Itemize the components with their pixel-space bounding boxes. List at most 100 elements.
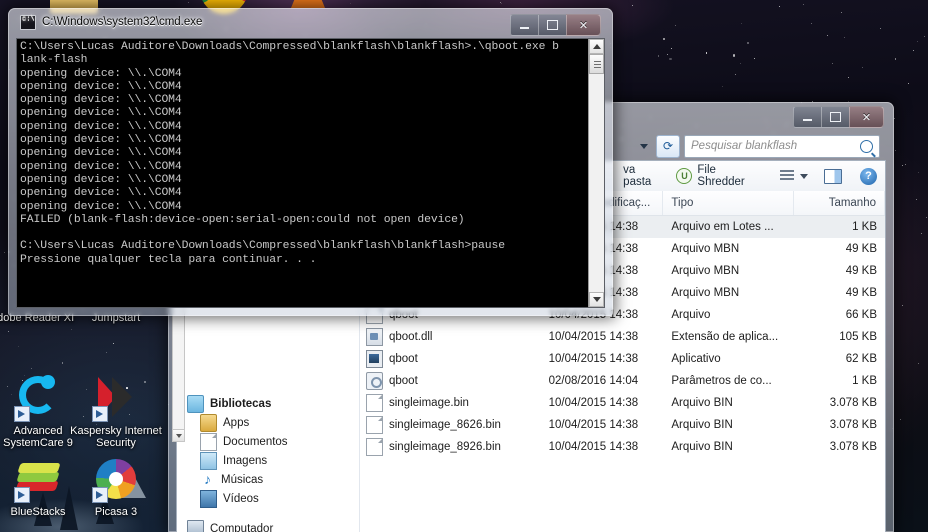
- picasa-icon: [92, 455, 140, 503]
- file-type-cell: Arquivo BIN: [671, 397, 733, 409]
- computer-icon: [187, 519, 204, 532]
- chevron-down-icon[interactable]: [800, 173, 809, 179]
- file-name-label: qboot: [389, 353, 418, 365]
- new-folder-button[interactable]: va pasta: [623, 164, 666, 188]
- minimize-button[interactable]: [793, 106, 821, 128]
- chevron-down-icon[interactable]: [636, 136, 652, 156]
- desktop-icon-kaspersky[interactable]: Kaspersky Internet Security: [70, 374, 162, 449]
- file-type-cell: Arquivo BIN: [671, 441, 733, 453]
- kaspersky-icon: [92, 374, 140, 422]
- nav-item-imagens[interactable]: Imagens: [187, 451, 359, 470]
- file-name-cell: qboot.dll: [360, 326, 541, 348]
- file-size-cell: 3.078 KB: [829, 419, 878, 431]
- table-row[interactable]: qboot.dll 10/04/2015 14:38 Extensão de apl…: [360, 326, 885, 348]
- explorer-window-controls[interactable]: ✕: [793, 106, 884, 128]
- search-icon: [860, 139, 873, 153]
- search-input[interactable]: Pesquisar blankflash: [684, 134, 880, 158]
- file-date-cell: 10/04/2015 14:38: [548, 419, 639, 431]
- console-text: C:\Users\Lucas Auditore\Downloads\Compre…: [20, 41, 559, 266]
- file-shredder-button[interactable]: U File Shredder: [676, 164, 766, 188]
- file-type-icon: [366, 328, 383, 346]
- table-row[interactable]: qboot 02/08/2016 14:04 Parâmetros de co...…: [360, 370, 885, 392]
- minimize-icon: [803, 119, 812, 121]
- scroll-down-button[interactable]: [589, 292, 604, 307]
- file-name-label: singleimage_8626.bin: [389, 419, 501, 431]
- minimize-button[interactable]: [510, 14, 538, 36]
- file-size-cell: 1 KB: [852, 375, 878, 387]
- file-type-icon: [366, 394, 383, 412]
- nav-item-label: Apps: [223, 416, 250, 429]
- cmd-title-text: C:\Windows\system32\cmd.exe: [42, 16, 203, 28]
- scroll-up-button[interactable]: [589, 39, 604, 54]
- nav-item-label: Vídeos: [223, 492, 259, 505]
- file-type-cell: Arquivo BIN: [671, 419, 733, 431]
- cmd-title: C:\Windows\system32\cmd.exe: [20, 8, 202, 36]
- close-icon: ✕: [861, 111, 872, 124]
- file-name-cell: singleimage.bin: [360, 392, 541, 414]
- file-type-icon: [366, 416, 383, 434]
- desktop-icon-label: Kaspersky Internet Security: [70, 425, 162, 449]
- file-name-cell: qboot: [360, 348, 541, 370]
- views-button[interactable]: [780, 170, 809, 182]
- vlc-cone-icon: [291, 0, 325, 8]
- table-row[interactable]: singleimage_8926.bin 10/04/2015 14:38 Arqu…: [360, 436, 885, 458]
- desktop-icon-picasa[interactable]: Picasa 3: [70, 455, 162, 518]
- maximize-icon: [547, 20, 558, 30]
- file-type-cell: Aplicativo: [671, 353, 721, 365]
- file-date-cell: 10/04/2015 14:38: [548, 353, 639, 365]
- file-date-cell: 10/04/2015 14:38: [548, 331, 639, 343]
- shortcut-overlay-icon: [92, 487, 108, 503]
- file-shredder-label: File Shredder: [697, 164, 745, 188]
- cmd-icon: [20, 14, 36, 30]
- nav-item-videos[interactable]: Vídeos: [187, 489, 359, 508]
- nav-item-computador[interactable]: Computador: [187, 519, 359, 532]
- scroll-down-button[interactable]: [173, 429, 184, 441]
- apps-folder-icon: [200, 413, 217, 432]
- cmd-window[interactable]: C:\Windows\system32\cmd.exe ✕ C:\Users\L…: [8, 8, 613, 316]
- file-name-label: qboot.dll: [389, 331, 433, 343]
- close-button[interactable]: ✕: [566, 14, 601, 36]
- preview-pane-icon[interactable]: [824, 168, 843, 184]
- nav-item-label: Imagens: [223, 454, 268, 467]
- table-row[interactable]: qboot 10/04/2015 14:38 Aplicativo 62 KB: [360, 348, 885, 370]
- file-size-cell: 3.078 KB: [829, 397, 878, 409]
- libraries-icon: [187, 394, 204, 413]
- file-size-cell: 49 KB: [845, 243, 878, 255]
- column-header-tipo[interactable]: Tipo: [663, 191, 794, 215]
- console-output-area[interactable]: C:\Users\Lucas Auditore\Downloads\Compre…: [16, 38, 605, 308]
- file-size-cell: 49 KB: [845, 287, 878, 299]
- nav-item-bibliotecas[interactable]: Bibliotecas: [187, 394, 359, 413]
- maximize-button[interactable]: [538, 14, 566, 36]
- console-scrollbar[interactable]: [588, 39, 604, 307]
- file-type-icon: [366, 350, 383, 368]
- file-name-cell: singleimage_8926.bin: [360, 436, 541, 458]
- column-header-tamanho[interactable]: Tamanho: [794, 191, 885, 215]
- cmd-titlebar[interactable]: C:\Windows\system32\cmd.exe ✕: [8, 8, 613, 36]
- nav-item-musicas[interactable]: ♪ Músicas: [187, 470, 359, 489]
- file-type-icon: [366, 438, 383, 456]
- table-row[interactable]: singleimage_8626.bin 10/04/2015 14:38 Arqu…: [360, 414, 885, 436]
- views-icon: [780, 170, 795, 182]
- file-type-cell: Extensão de aplica...: [671, 331, 779, 343]
- maximize-icon: [830, 112, 841, 122]
- videos-icon: [200, 489, 217, 508]
- nav-item-apps[interactable]: Apps: [187, 413, 359, 432]
- file-name-cell: qboot: [360, 370, 541, 392]
- desktop-icon-label: Picasa 3: [94, 506, 138, 518]
- nav-item-documentos[interactable]: Documentos: [187, 432, 359, 451]
- file-type-cell: Arquivo em Lotes ...: [671, 221, 774, 233]
- close-button[interactable]: ✕: [849, 106, 884, 128]
- file-name-label: singleimage.bin: [389, 397, 469, 409]
- nav-item-label: Músicas: [221, 473, 264, 486]
- help-button[interactable]: ?: [860, 167, 877, 185]
- file-size-cell: 105 KB: [839, 331, 878, 343]
- shortcut-overlay-icon: [14, 406, 30, 422]
- table-row[interactable]: singleimage.bin 10/04/2015 14:38 Arquivo B…: [360, 392, 885, 414]
- scrollbar-thumb[interactable]: [589, 54, 604, 74]
- file-size-cell: 66 KB: [845, 309, 878, 321]
- refresh-button[interactable]: ⟳: [656, 134, 680, 158]
- file-size-cell: 1 KB: [852, 221, 878, 233]
- maximize-button[interactable]: [821, 106, 849, 128]
- cmd-window-controls[interactable]: ✕: [510, 14, 601, 36]
- nav-gap: [187, 508, 359, 519]
